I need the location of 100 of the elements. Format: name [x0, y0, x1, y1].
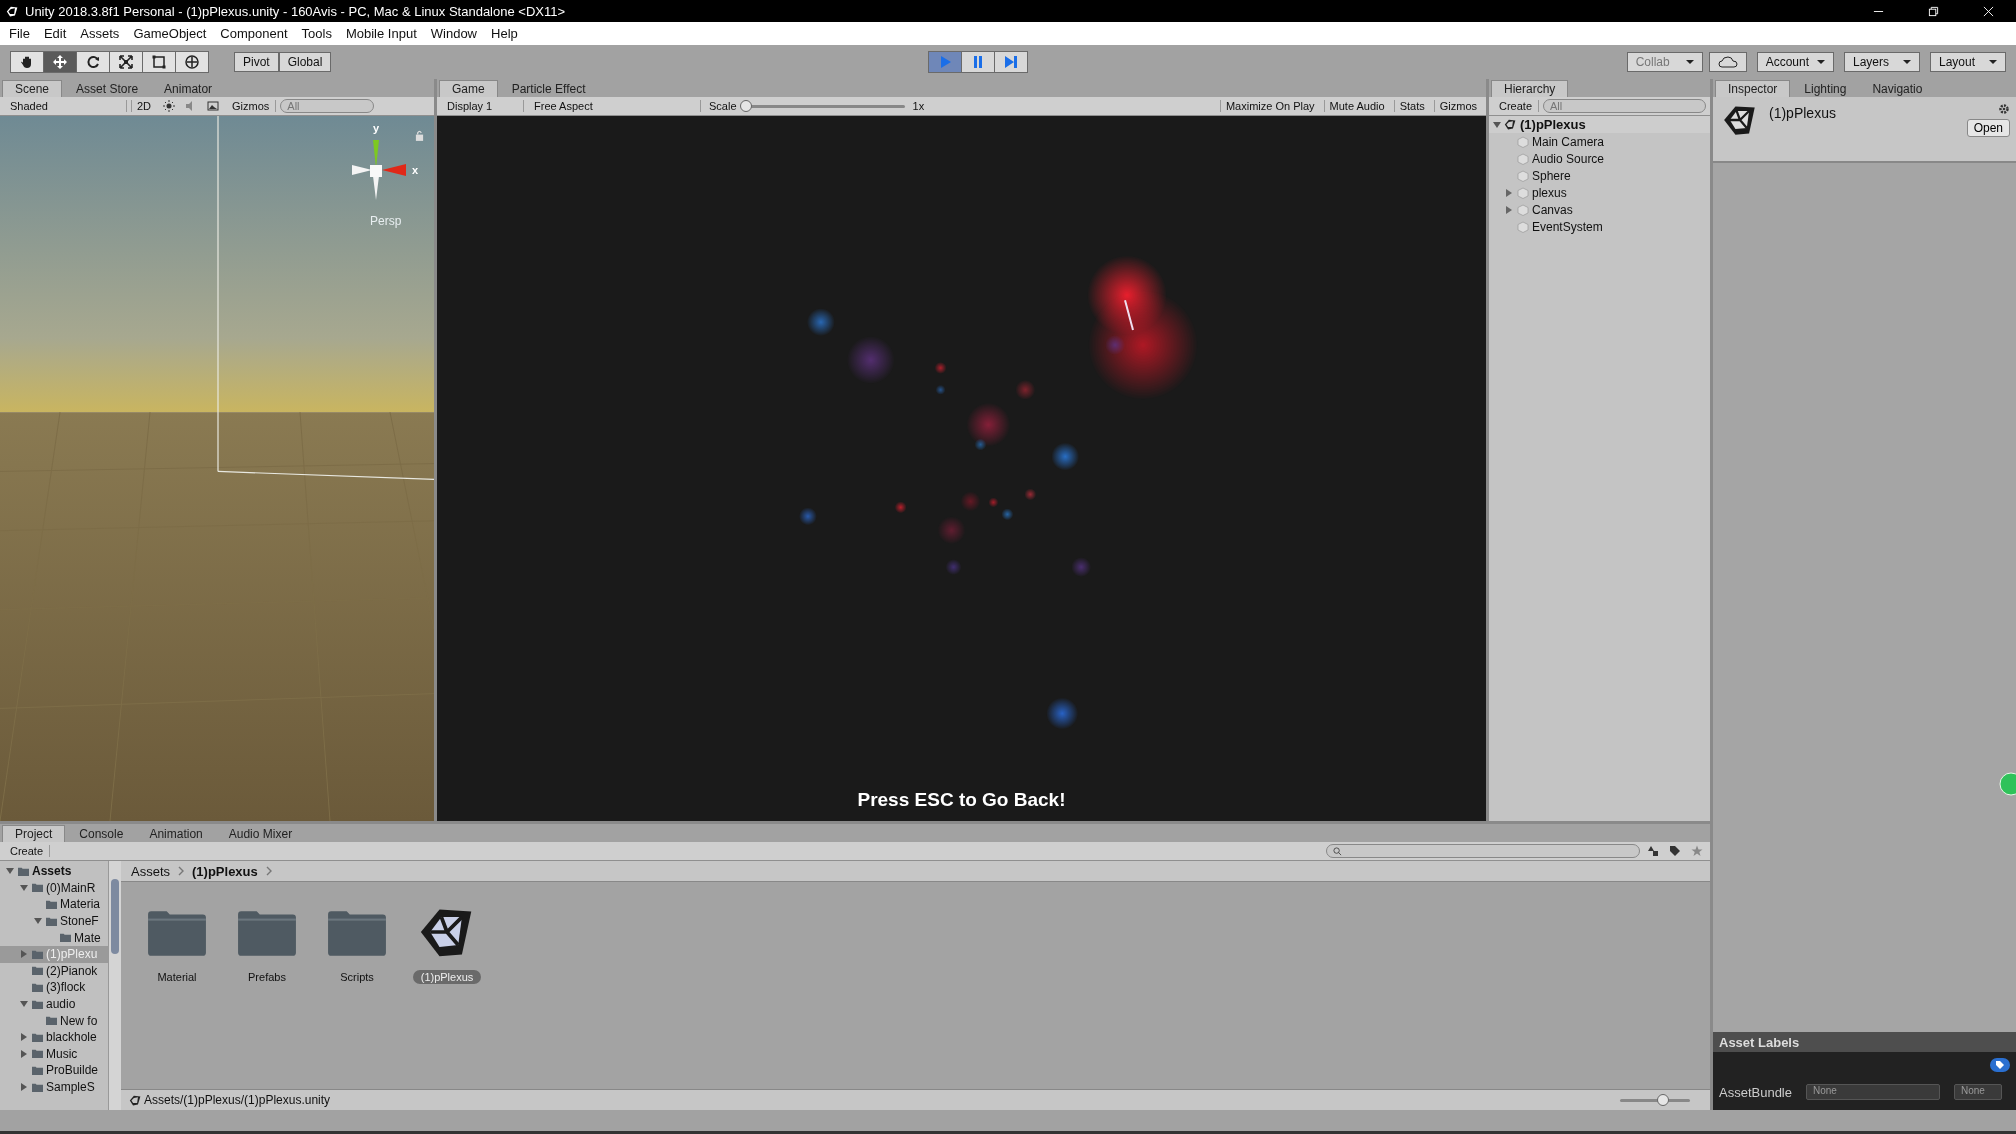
- game-view-toggle[interactable]: Maximize On Play: [1219, 100, 1320, 112]
- tool-button[interactable]: [109, 51, 143, 73]
- file-label[interactable]: Prefabs: [240, 970, 294, 984]
- search-field[interactable]: [1326, 844, 1640, 858]
- menu-item[interactable]: Edit: [36, 26, 74, 41]
- panel-tab[interactable]: Inspector: [1715, 80, 1791, 97]
- hierarchy-item[interactable]: EventSystem: [1532, 219, 1603, 234]
- menu-item[interactable]: Mobile Input: [338, 26, 424, 41]
- aspect-dropdown[interactable]: Free Aspect: [528, 100, 701, 112]
- open-button[interactable]: Open: [1966, 119, 2010, 137]
- panel-tab[interactable]: Audio Mixer: [216, 826, 305, 842]
- folder-tree-item[interactable]: (3)flock: [0, 979, 108, 996]
- settings-icon[interactable]: [1998, 103, 2010, 115]
- menu-item[interactable]: GameObject: [126, 26, 214, 41]
- game-view-toggle[interactable]: Gizmos: [1433, 100, 1482, 112]
- folder-tree-item[interactable]: Mate: [0, 929, 108, 946]
- hierarchy-item[interactable]: Audio Source: [1532, 151, 1605, 166]
- layout-dropdown[interactable]: Layout: [1930, 52, 2006, 72]
- menu-item[interactable]: Assets: [73, 26, 127, 41]
- panel-tab[interactable]: Navigatio: [1860, 81, 1935, 97]
- menu-item[interactable]: Window: [423, 26, 484, 41]
- global-button[interactable]: Global: [278, 52, 332, 72]
- folder-tree-item[interactable]: blackhole: [0, 1028, 108, 1046]
- expand-arrow-icon[interactable]: [20, 1049, 28, 1058]
- restore-icon[interactable]: [1928, 5, 1939, 17]
- menu-item[interactable]: File: [2, 26, 37, 41]
- search-field[interactable]: All: [1543, 99, 1706, 113]
- expand-arrow-icon[interactable]: [20, 1000, 28, 1009]
- panel-tab[interactable]: Asset Store: [64, 81, 151, 97]
- gizmos-dropdown[interactable]: Gizmos: [226, 100, 277, 112]
- tool-button[interactable]: [43, 51, 77, 73]
- file-label[interactable]: Material: [149, 970, 205, 984]
- folder-tree-item[interactable]: (2)Pianok: [0, 962, 108, 980]
- account-dropdown[interactable]: Account: [1756, 52, 1834, 72]
- expand-arrow-icon[interactable]: [20, 883, 28, 892]
- tool-button[interactable]: [10, 51, 44, 73]
- pivot-button[interactable]: Pivot: [234, 52, 279, 72]
- expand-arrow-icon[interactable]: [20, 950, 28, 959]
- slider-thumb[interactable]: [1657, 1094, 1669, 1106]
- panel-tab[interactable]: Animation: [137, 826, 215, 842]
- folder-tree-item[interactable]: Assets: [0, 863, 108, 880]
- hierarchy-item[interactable]: Canvas: [1532, 202, 1573, 217]
- panel-tab[interactable]: Console: [67, 826, 136, 842]
- game-view-toggle[interactable]: Stats: [1393, 100, 1430, 112]
- breadcrumb-item[interactable]: (1)pPlexus: [192, 863, 258, 879]
- menu-item[interactable]: Tools: [294, 26, 339, 41]
- folder-tree-item[interactable]: (0)MainR: [0, 879, 108, 897]
- expand-arrow-icon[interactable]: [1505, 205, 1513, 214]
- panel-tab[interactable]: Scene: [2, 80, 63, 97]
- panel-tab[interactable]: Lighting: [1792, 81, 1859, 97]
- variant-dropdown[interactable]: None: [1954, 1084, 2002, 1100]
- expand-arrow-icon[interactable]: [6, 867, 14, 876]
- file-label[interactable]: (1)pPlexus: [412, 970, 482, 984]
- panel-tab[interactable]: Game: [439, 80, 498, 97]
- menu-item[interactable]: Help: [484, 26, 525, 41]
- playback-button[interactable]: [960, 51, 995, 73]
- lock-icon[interactable]: [415, 130, 424, 141]
- hierarchy-item[interactable]: Sphere: [1532, 168, 1571, 183]
- file-label[interactable]: Scripts: [332, 970, 382, 984]
- hierarchy-item[interactable]: plexus: [1532, 185, 1567, 200]
- folder-tree-item[interactable]: New fo: [0, 1012, 108, 1029]
- folder-tree-item[interactable]: SampleS: [0, 1078, 108, 1096]
- tag-icon[interactable]: [1990, 1058, 2010, 1072]
- slider-thumb[interactable]: [739, 100, 752, 112]
- breadcrumb-item[interactable]: Assets: [131, 863, 170, 879]
- create-dropdown[interactable]: Create: [1493, 100, 1540, 112]
- search-field[interactable]: All: [280, 99, 375, 113]
- folder-tree-item[interactable]: StoneF: [0, 912, 108, 930]
- cloud-button[interactable]: [1708, 52, 1747, 72]
- folder-icon: [31, 948, 44, 960]
- expand-arrow-icon[interactable]: [34, 917, 42, 926]
- tool-button[interactable]: [142, 51, 176, 73]
- panel-tab[interactable]: Animator: [152, 81, 225, 97]
- folder-tree-item[interactable]: Materia: [0, 896, 108, 913]
- close-icon[interactable]: [1983, 5, 1994, 17]
- panel-tab[interactable]: Particle Effect: [499, 81, 598, 97]
- folder-tree-item[interactable]: Music: [0, 1045, 108, 1063]
- tool-button[interactable]: [76, 51, 110, 73]
- menu-item[interactable]: Component: [213, 26, 295, 41]
- expand-arrow-icon[interactable]: [20, 1033, 28, 1042]
- display-dropdown[interactable]: Display 1: [441, 100, 524, 112]
- game-view-toggle[interactable]: Mute Audio: [1323, 100, 1390, 112]
- layers-dropdown[interactable]: Layers: [1844, 52, 1920, 72]
- expand-arrow-icon[interactable]: [1493, 120, 1501, 129]
- create-dropdown[interactable]: Create: [4, 845, 51, 857]
- asset-bundle-dropdown[interactable]: None: [1806, 1084, 1940, 1100]
- scrollbar[interactable]: [108, 861, 121, 1110]
- shading-dropdown[interactable]: Shaded: [4, 100, 127, 112]
- playback-button[interactable]: [927, 51, 962, 73]
- zoom-slider[interactable]: [1620, 1094, 1690, 1106]
- folder-tree-item[interactable]: audio: [0, 995, 108, 1013]
- panel-tab[interactable]: Hierarchy: [1491, 80, 1569, 97]
- panel-tab[interactable]: Project: [2, 825, 66, 842]
- expand-arrow-icon[interactable]: [20, 1083, 28, 1091]
- expand-arrow-icon[interactable]: [1505, 188, 1513, 197]
- playback-button[interactable]: [993, 51, 1028, 73]
- 2d-toggle[interactable]: 2D: [131, 100, 157, 112]
- folder-tree-item[interactable]: ProBuilde: [0, 1062, 108, 1079]
- hierarchy-item[interactable]: Main Camera: [1532, 134, 1605, 149]
- tool-button[interactable]: [175, 51, 209, 73]
